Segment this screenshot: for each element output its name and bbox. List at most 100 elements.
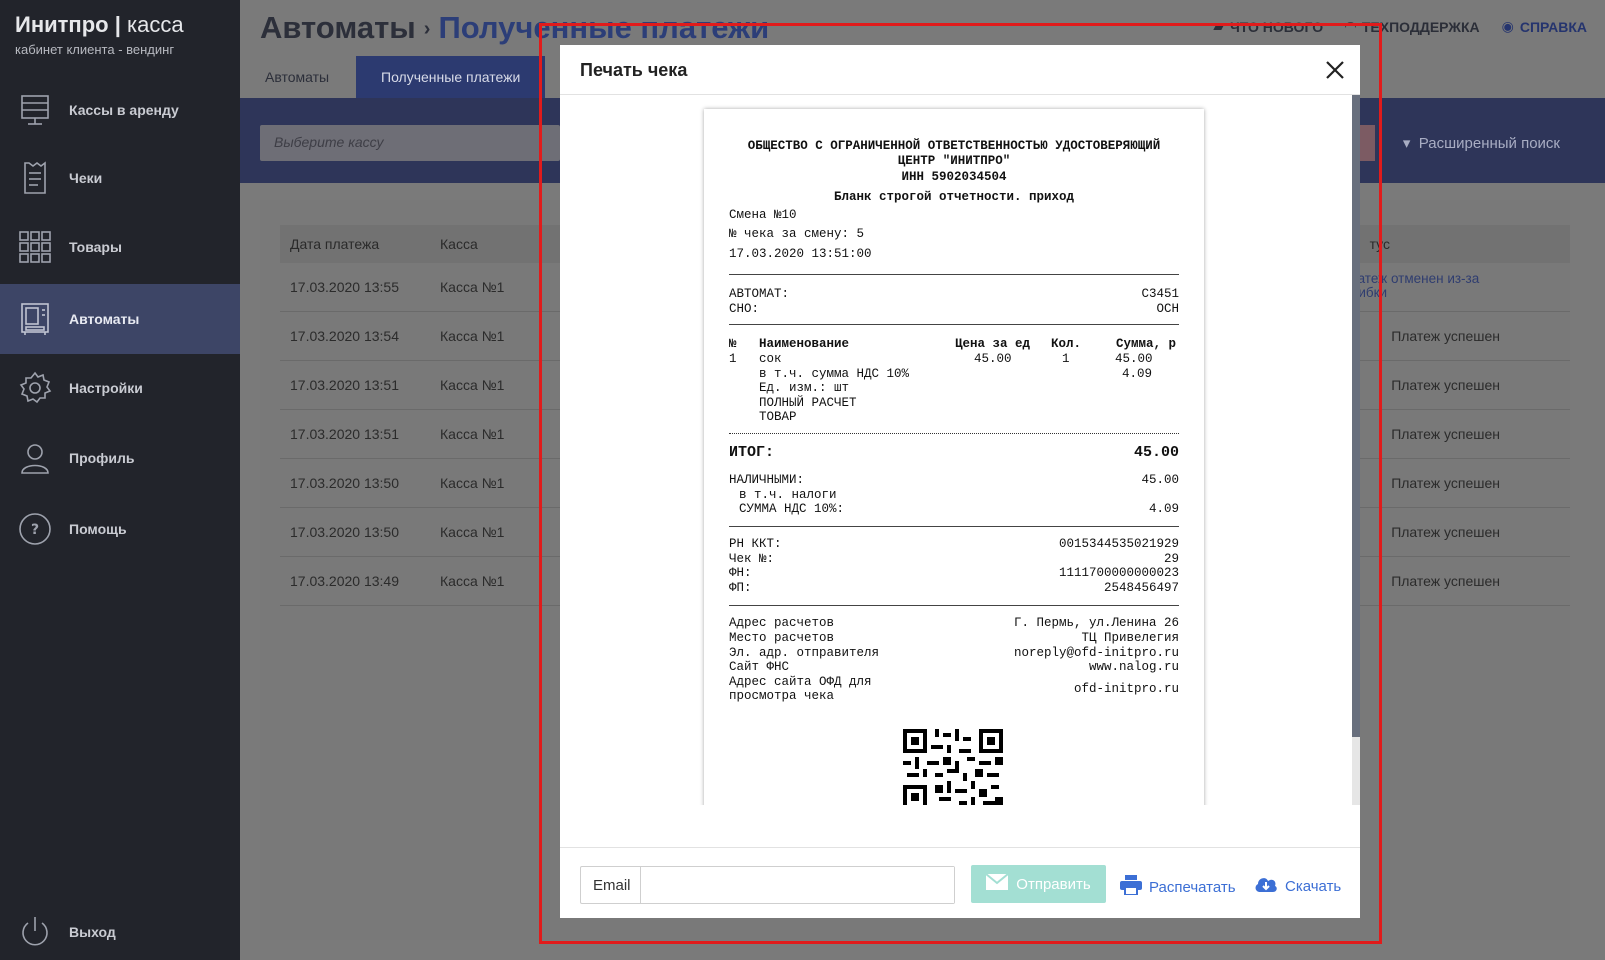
- receipt-place-value: ТЦ Привелегия: [1081, 631, 1179, 645]
- dialog-scrollbar[interactable]: [1352, 95, 1360, 805]
- receipt-check-no-label: Чек №:: [729, 552, 775, 566]
- receipt-item-name: сок: [759, 352, 782, 366]
- download-label: Скачать: [1285, 877, 1342, 895]
- dialog-footer: Email Отправить Распечатать Скачать: [560, 847, 1360, 918]
- receipt-col-name: Наименование: [759, 337, 850, 351]
- tab-machines[interactable]: Автоматы: [240, 56, 354, 98]
- sidebar-item-settings[interactable]: Настройки: [0, 353, 240, 423]
- user-icon: [17, 440, 53, 476]
- send-label: Отправить: [1016, 875, 1091, 893]
- page-title: Автоматы › Полученные платежи: [260, 10, 769, 46]
- sidebar-item-profile[interactable]: Профиль: [0, 423, 240, 493]
- receipt-fp-value: 2548456497: [1103, 581, 1179, 595]
- receipt-org-line2: ЦЕНТР "ИНИТПРО": [897, 154, 1011, 168]
- receipt-place-label: Место расчетов: [729, 631, 835, 645]
- receipt-item-sum: 45.00: [1115, 352, 1153, 366]
- row-date: 17.03.2020 13:49: [290, 573, 399, 589]
- email-label: Email: [581, 867, 641, 903]
- receipt-total-label: ИТОГ:: [729, 444, 775, 461]
- sidebar-item-label: Товары: [69, 239, 122, 255]
- receipt-sno-value: ОСН: [1156, 302, 1179, 316]
- receipt-sender-value: noreply@ofd-initpro.ru: [1013, 646, 1179, 660]
- power-icon: [17, 914, 53, 950]
- sidebar-item-machines[interactable]: Автоматы: [0, 284, 240, 354]
- receipt-shift: Смена №10: [729, 208, 797, 222]
- close-icon[interactable]: [1322, 57, 1348, 83]
- sidebar-item-label: Настройки: [69, 380, 143, 396]
- receipt-vat-label: СУММА НДС 10%:: [739, 502, 845, 516]
- receipt-fns-value: www.nalog.ru: [1088, 660, 1179, 674]
- sidebar-item-help[interactable]: ? Помощь: [0, 494, 240, 564]
- svg-text:?: ?: [31, 522, 39, 538]
- news-link[interactable]: ▰ ЧТО НОВОГО: [1213, 18, 1323, 35]
- breadcrumb-separator: ›: [423, 18, 431, 41]
- receipt-total-value: 45.00: [1133, 444, 1179, 461]
- receipt-fn-label: ФН:: [729, 566, 752, 580]
- download-button[interactable]: Скачать: [1254, 875, 1341, 897]
- receipt-doc-type: Бланк строгой отчетности. приход: [833, 190, 1075, 204]
- send-button[interactable]: Отправить: [971, 865, 1106, 903]
- tab-received-payments[interactable]: Полученные платежи: [356, 56, 546, 98]
- receipt-fp-label: ФП:: [729, 581, 752, 595]
- receipt-address-label: Адрес расчетов: [729, 616, 835, 630]
- page-title-main[interactable]: Автоматы: [260, 10, 416, 45]
- row-status: Платеж успешен: [1391, 328, 1500, 344]
- receipt-item-vat-value: 4.09: [1122, 367, 1153, 381]
- receipt-rnkkt-label: РН ККТ:: [729, 537, 782, 551]
- print-button[interactable]: Распечатать: [1120, 875, 1236, 899]
- receipt-cash-value: 45.00: [1141, 473, 1179, 487]
- printer-icon: [1120, 875, 1142, 899]
- brand-logo[interactable]: Инитпро | касса кабинет клиента - вендин…: [15, 12, 184, 57]
- receipt-col-sum: Сумма, р: [1115, 337, 1176, 351]
- email-input[interactable]: [641, 867, 954, 903]
- vending-machine-icon: [17, 301, 53, 337]
- receipt-preview: ОБЩЕСТВО С ОГРАНИЧЕННОЙ ОТВЕТСТВЕННОСТЬЮ…: [704, 109, 1204, 805]
- sidebar-item-rent[interactable]: Кассы в аренду: [0, 75, 240, 145]
- receipt-check-in-shift: № чека за смену: 5: [729, 227, 865, 241]
- brand-product: касса: [126, 12, 184, 37]
- page-title-sub: Полученные платежи: [438, 10, 770, 45]
- print-receipt-dialog: Печать чека ОБЩЕСТВО С ОГРАНИЧЕННОЙ ОТВЕ…: [560, 45, 1360, 918]
- qr-code: [903, 729, 1003, 805]
- row-kassa: Касса №1: [440, 426, 505, 442]
- scroll-thumb[interactable]: [1352, 95, 1360, 737]
- support-label: ТЕХПОДДЕРЖКА: [1361, 18, 1480, 35]
- chat-icon: ▰: [1213, 18, 1224, 34]
- help-link[interactable]: ◉ СПРАВКА: [1502, 18, 1587, 35]
- column-header-date[interactable]: Дата платежа: [290, 236, 379, 252]
- kassa-select[interactable]: Выберите кассу: [260, 125, 560, 161]
- receipt-item-payment-method: ПОЛНЫЙ РАСЧЕТ: [759, 396, 857, 410]
- sidebar-item-label: Профиль: [69, 450, 135, 466]
- receipt-taxes-label: в т.ч. налоги: [739, 488, 837, 502]
- row-date: 17.03.2020 13:51: [290, 426, 399, 442]
- email-group: Email: [580, 866, 955, 904]
- sidebar-item-label: Кассы в аренду: [69, 102, 179, 118]
- receipt-rnkkt-value: 0015344535021929: [1058, 537, 1179, 551]
- dialog-body[interactable]: ОБЩЕСТВО С ОГРАНИЧЕННОЙ ОТВЕТСТВЕННОСТЬЮ…: [560, 95, 1360, 805]
- receipt-cash-label: НАЛИЧНЫМИ:: [729, 473, 805, 487]
- sidebar-item-label: Автоматы: [69, 311, 140, 327]
- row-status: Платеж успешен: [1391, 426, 1500, 442]
- sidebar-item-goods[interactable]: Товары: [0, 212, 240, 282]
- receipt-divider: [729, 274, 1179, 275]
- logout-button[interactable]: Выход: [0, 897, 240, 960]
- support-link[interactable]: ◠ ТЕХПОДДЕРЖКА: [1345, 18, 1480, 35]
- receipt-divider: [729, 526, 1179, 527]
- receipt-fn-value: 1111700000000023: [1058, 566, 1179, 580]
- receipt-org-line1: ОБЩЕСТВО С ОГРАНИЧЕННОЙ ОТВЕТСТВЕННОСТЬЮ…: [747, 139, 1161, 153]
- row-date: 17.03.2020 13:50: [290, 475, 399, 491]
- help-label: СПРАВКА: [1519, 18, 1587, 35]
- brand-name: Инитпро: [15, 12, 109, 37]
- sidebar-item-receipts[interactable]: Чеки: [0, 143, 240, 213]
- receipt-fns-label: Сайт ФНС: [729, 660, 790, 674]
- receipt-item-price: 45.00: [974, 352, 1012, 366]
- column-header-status[interactable]: тус: [1370, 236, 1390, 252]
- row-kassa: Касса №1: [440, 573, 505, 589]
- advanced-search-toggle[interactable]: ▾ Расширенный поиск: [1403, 134, 1560, 152]
- row-kassa: Касса №1: [440, 377, 505, 393]
- column-header-kassa[interactable]: Касса: [440, 236, 478, 252]
- top-links: ▰ ЧТО НОВОГО ◠ ТЕХПОДДЕРЖКА ◉ СПРАВКА: [1213, 18, 1587, 35]
- receipt-address-value: Г. Пермь, ул.Ленина 26: [1013, 616, 1179, 630]
- row-date: 17.03.2020 13:54: [290, 328, 399, 344]
- cloud-download-icon: [1254, 875, 1278, 897]
